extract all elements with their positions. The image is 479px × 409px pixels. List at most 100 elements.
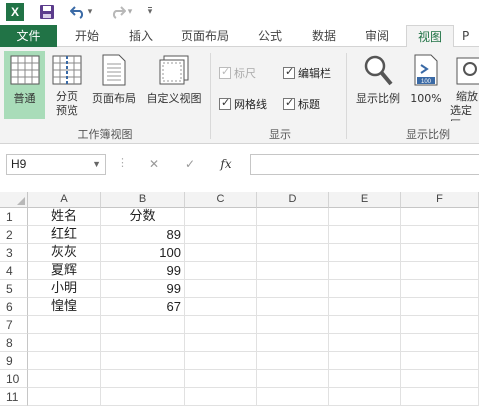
cell-c8[interactable] (185, 334, 257, 352)
redo-button[interactable]: ▾ (106, 3, 136, 21)
cell-e4[interactable] (329, 262, 401, 280)
cell-d10[interactable] (257, 370, 329, 388)
cell-a9[interactable] (28, 352, 101, 370)
column-header-d[interactable]: D (257, 192, 329, 208)
row-header-4[interactable]: 4 (0, 262, 28, 280)
cell-b9[interactable] (101, 352, 185, 370)
tab-view[interactable]: 视图 (406, 25, 454, 48)
cell-c1[interactable] (185, 208, 257, 226)
cell-b3[interactable]: 100 (101, 244, 185, 262)
undo-button[interactable]: ▾ (66, 3, 96, 21)
cell-b7[interactable] (101, 316, 185, 334)
redo-dropdown-icon[interactable]: ▾ (128, 7, 133, 17)
cell-c5[interactable] (185, 280, 257, 298)
cell-e9[interactable] (329, 352, 401, 370)
undo-dropdown-icon[interactable]: ▾ (88, 7, 93, 17)
cell-d5[interactable] (257, 280, 329, 298)
cell-a10[interactable] (28, 370, 101, 388)
cell-b10[interactable] (101, 370, 185, 388)
cell-a1[interactable]: 姓名 (28, 208, 101, 226)
cell-e6[interactable] (329, 298, 401, 316)
tab-page-layout[interactable]: 页面布局 (170, 25, 240, 47)
tab-file[interactable]: 文件 (0, 25, 57, 47)
cell-d8[interactable] (257, 334, 329, 352)
cell-d2[interactable] (257, 226, 329, 244)
cell-f11[interactable] (401, 388, 479, 406)
tab-data[interactable]: 数据 (300, 25, 348, 47)
cell-d9[interactable] (257, 352, 329, 370)
cell-b5[interactable]: 99 (101, 280, 185, 298)
cell-c10[interactable] (185, 370, 257, 388)
cell-f10[interactable] (401, 370, 479, 388)
row-header-5[interactable]: 5 (0, 280, 28, 298)
cell-f6[interactable] (401, 298, 479, 316)
insert-function-icon[interactable]: fx (214, 154, 238, 175)
column-header-b[interactable]: B (101, 192, 185, 208)
cell-e1[interactable] (329, 208, 401, 226)
normal-view-button[interactable]: 普通 (4, 51, 45, 119)
cell-e3[interactable] (329, 244, 401, 262)
cell-c3[interactable] (185, 244, 257, 262)
tab-review[interactable]: 审阅 (353, 25, 401, 47)
cell-a2[interactable]: 红红 (28, 226, 101, 244)
row-header-6[interactable]: 6 (0, 298, 28, 316)
row-header-2[interactable]: 2 (0, 226, 28, 244)
zoom-to-selection-button[interactable]: 缩放 选定区 (450, 51, 479, 121)
cell-d1[interactable] (257, 208, 329, 226)
cell-b8[interactable] (101, 334, 185, 352)
column-header-c[interactable]: C (185, 192, 257, 208)
cell-d4[interactable] (257, 262, 329, 280)
cell-b1[interactable]: 分数 (101, 208, 185, 226)
row-header-10[interactable]: 10 (0, 370, 28, 388)
cell-e2[interactable] (329, 226, 401, 244)
column-header-a[interactable]: A (28, 192, 101, 208)
cell-e11[interactable] (329, 388, 401, 406)
cell-e7[interactable] (329, 316, 401, 334)
chevron-down-icon[interactable]: ▼ (92, 155, 101, 174)
cell-f2[interactable] (401, 226, 479, 244)
column-header-e[interactable]: E (329, 192, 401, 208)
cell-b11[interactable] (101, 388, 185, 406)
row-header-11[interactable]: 11 (0, 388, 28, 406)
cell-d11[interactable] (257, 388, 329, 406)
cell-f3[interactable] (401, 244, 479, 262)
tab-formulas[interactable]: 公式 (246, 25, 294, 47)
cell-a7[interactable] (28, 316, 101, 334)
cell-a4[interactable]: 夏辉 (28, 262, 101, 280)
tab-home[interactable]: 开始 (63, 25, 111, 47)
cancel-icon[interactable]: ✕ (142, 154, 166, 175)
row-header-1[interactable]: 1 (0, 208, 28, 226)
cell-f1[interactable] (401, 208, 479, 226)
cell-f5[interactable] (401, 280, 479, 298)
formula-input[interactable] (250, 154, 479, 175)
cell-c6[interactable] (185, 298, 257, 316)
cell-a11[interactable] (28, 388, 101, 406)
headings-checkbox[interactable]: ✓ 标题 (283, 96, 320, 112)
spreadsheet-grid[interactable]: ABCDEF 1 姓名 分数 2 红红 89 3 灰灰 100 4 夏辉 99 5 小明 99 6 惶惶 67 7 8… (0, 184, 479, 409)
cell-a5[interactable]: 小明 (28, 280, 101, 298)
cell-f7[interactable] (401, 316, 479, 334)
cell-e10[interactable] (329, 370, 401, 388)
ruler-checkbox[interactable]: ✓ 标尺 (219, 65, 256, 81)
enter-icon[interactable]: ✓ (178, 154, 202, 175)
page-layout-view-button[interactable]: 页面布局 (88, 51, 140, 119)
cell-d6[interactable] (257, 298, 329, 316)
gridlines-checkbox[interactable]: ✓ 网格线 (219, 96, 267, 112)
column-header-f[interactable]: F (401, 192, 479, 208)
cell-c7[interactable] (185, 316, 257, 334)
cell-c9[interactable] (185, 352, 257, 370)
row-header-9[interactable]: 9 (0, 352, 28, 370)
page-break-preview-button[interactable]: 分页 预览 (48, 51, 86, 121)
formula-bar-checkbox[interactable]: ✓ 编辑栏 (283, 65, 331, 81)
cell-f4[interactable] (401, 262, 479, 280)
name-box[interactable]: H9 ▼ (6, 154, 106, 175)
row-header-7[interactable]: 7 (0, 316, 28, 334)
cell-f8[interactable] (401, 334, 479, 352)
cell-e5[interactable] (329, 280, 401, 298)
cell-c11[interactable] (185, 388, 257, 406)
zoom-button[interactable]: 显示比例 (352, 51, 404, 119)
row-header-8[interactable]: 8 (0, 334, 28, 352)
cell-b2[interactable]: 89 (101, 226, 185, 244)
cell-b4[interactable]: 99 (101, 262, 185, 280)
custom-views-button[interactable]: 自定义视图 (142, 51, 206, 119)
